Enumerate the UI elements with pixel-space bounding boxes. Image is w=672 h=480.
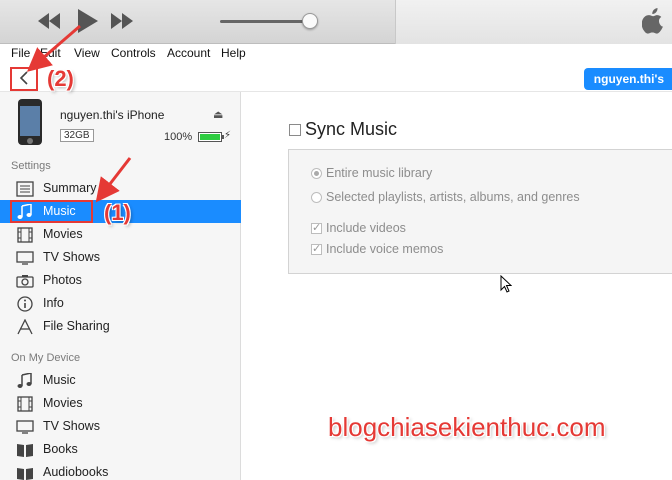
sidebar-item-info[interactable]: Info [0, 292, 241, 315]
player-bar [0, 0, 672, 44]
back-button[interactable] [10, 67, 38, 91]
eject-icon[interactable]: ⏏ [213, 108, 223, 121]
settings-section-title: Settings [11, 160, 51, 172]
sidebar-item-label: Photos [43, 273, 82, 287]
checkbox-include-voice-memos[interactable] [311, 242, 322, 255]
sidebar-item-label: Info [43, 296, 64, 310]
sidebar-item-device-audiobooks[interactable]: Audiobooks [0, 461, 241, 480]
info-icon [16, 296, 34, 312]
sidebar-item-file-sharing[interactable]: File Sharing [0, 315, 241, 338]
device-button[interactable]: nguyen.thi's [583, 68, 672, 90]
sidebar-item-label: Music [43, 373, 76, 387]
tv-icon [16, 419, 34, 435]
option-label: Entire music library [326, 166, 433, 180]
sidebar-item-label: File Sharing [43, 319, 110, 333]
sidebar-item-tv-shows[interactable]: TV Shows [0, 246, 241, 269]
sidebar-item-photos[interactable]: Photos [0, 269, 241, 292]
option-selected-items[interactable]: Selected playlists, artists, albums, and… [311, 190, 580, 204]
sidebar-item-device-music[interactable]: Music [0, 369, 241, 392]
tv-icon [16, 250, 34, 266]
sidebar: nguyen.thi's iPhone ⏏ 32GB 100% ⚡ Settin… [0, 92, 241, 480]
option-include-videos[interactable]: Include videos [311, 221, 406, 235]
option-label: Include voice memos [326, 242, 444, 256]
status-display [395, 0, 672, 44]
menu-view[interactable]: View [74, 46, 100, 60]
sidebar-item-summary[interactable]: Summary [0, 177, 241, 200]
summary-icon [16, 181, 34, 197]
option-label: Selected playlists, artists, albums, and… [326, 190, 580, 204]
sidebar-item-label: Books [43, 442, 78, 456]
music-highlight-box [10, 200, 93, 223]
chevron-left-icon [19, 70, 29, 88]
battery-percent: 100% [164, 131, 193, 143]
sidebar-item-label: TV Shows [43, 250, 100, 264]
radio-selected-items[interactable] [311, 191, 322, 203]
navigation-row: nguyen.thi's [0, 62, 672, 92]
sync-music-toggle[interactable]: Sync Music [289, 119, 397, 140]
apps-icon [16, 318, 34, 335]
checkbox-include-videos[interactable] [311, 221, 322, 234]
sidebar-item-device-tv-shows[interactable]: TV Shows [0, 415, 241, 438]
sidebar-item-device-movies[interactable]: Movies [0, 392, 241, 415]
apple-logo-icon [641, 8, 664, 37]
film-icon [16, 396, 34, 412]
sidebar-item-label: Movies [43, 227, 83, 241]
menu-bar: File Edit View Controls Account Help [0, 44, 672, 62]
option-label: Include videos [326, 221, 406, 235]
book-icon [16, 442, 34, 458]
watermark: blogchiasekienthuc.com [328, 412, 606, 442]
sync-music-label: Sync Music [305, 119, 398, 139]
annotation-label-2: (2) [47, 66, 74, 91]
menu-edit[interactable]: Edit [40, 46, 61, 60]
rewind-icon[interactable] [38, 13, 60, 29]
film-icon [16, 227, 34, 243]
menu-help[interactable]: Help [221, 46, 246, 60]
option-entire-library[interactable]: Entire music library [311, 166, 432, 180]
menu-account[interactable]: Account [167, 46, 210, 60]
capacity-badge: 32GB [60, 129, 94, 142]
camera-icon [16, 273, 34, 289]
device-name: nguyen.thi's iPhone [60, 108, 165, 122]
sidebar-item-label: Summary [43, 181, 97, 195]
sidebar-item-label: Audiobooks [43, 465, 109, 479]
sidebar-item-movies[interactable]: Movies [0, 223, 241, 246]
volume-slider-knob[interactable] [302, 13, 318, 29]
battery-icon [198, 132, 224, 142]
annotation-label-1: (1) [104, 200, 131, 225]
sidebar-item-device-books[interactable]: Books [0, 438, 241, 461]
music-note-icon [16, 372, 34, 389]
mouse-cursor-icon [500, 274, 513, 296]
menu-file[interactable]: File [11, 46, 30, 60]
audiobook-icon [16, 465, 34, 480]
sync-options-panel: Entire music library Selected playlists,… [288, 149, 672, 274]
sidebar-item-label: TV Shows [43, 419, 100, 433]
iphone-icon [18, 99, 42, 145]
charging-icon: ⚡ [224, 130, 232, 141]
sync-music-checkbox[interactable] [289, 123, 301, 136]
radio-entire-library[interactable] [311, 167, 322, 179]
volume-slider-track[interactable] [220, 20, 312, 23]
sidebar-item-label: Movies [43, 396, 83, 410]
device-header: nguyen.thi's iPhone ⏏ 32GB 100% ⚡ [0, 92, 241, 152]
play-icon[interactable] [78, 9, 98, 33]
menu-controls[interactable]: Controls [111, 46, 156, 60]
on-device-section-title: On My Device [11, 352, 81, 364]
option-include-voice-memos[interactable]: Include voice memos [311, 242, 443, 256]
fast-forward-icon[interactable] [111, 13, 133, 29]
